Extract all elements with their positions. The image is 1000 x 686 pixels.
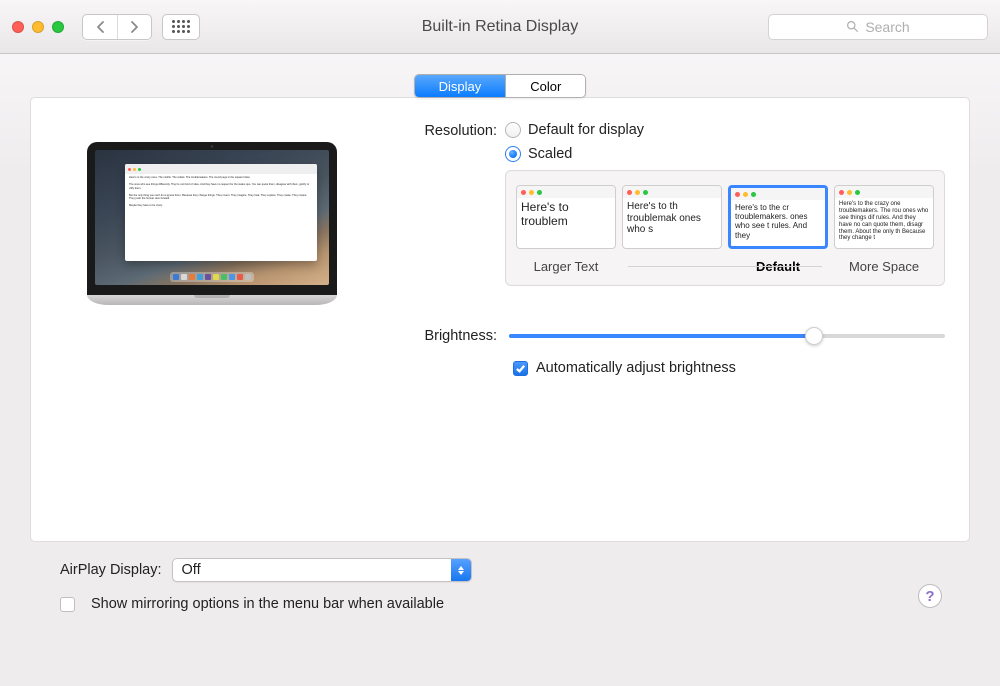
radio-label: Scaled [528,146,572,162]
search-placeholder: Search [865,19,909,35]
minimize-window-button[interactable] [32,21,44,33]
slider-knob-icon [805,327,823,345]
select-stepper-icon [451,559,471,581]
settings-panel: Here's to the crazy ones. The misfits. T… [30,97,970,542]
nav-back-forward [82,14,152,40]
resolution-label: Resolution: [387,122,505,139]
window-titlebar: Built-in Retina Display Search [0,0,1000,54]
window-controls [12,21,64,33]
search-icon [846,20,859,33]
radio-label: Default for display [528,122,644,138]
checkbox-icon [513,361,528,376]
auto-brightness-checkbox[interactable]: Automatically adjust brightness [513,360,945,376]
resolution-caption: More Space [834,259,934,275]
grid-icon [172,20,190,33]
checkbox-icon [60,597,75,612]
preview-text: Here's to the cr troublemakers. ones who… [731,200,825,243]
brightness-slider[interactable] [509,326,945,346]
forward-button[interactable] [117,15,151,39]
airplay-select[interactable]: Off [172,558,472,582]
back-button[interactable] [83,15,117,39]
resolution-caption: Default [728,259,828,275]
resolution-option-mid1[interactable]: Here's to th troublemak ones who s [622,185,722,275]
resolution-scaled-radio[interactable]: Scaled [505,146,945,162]
airplay-label: AirPlay Display: [60,562,162,578]
tab-color[interactable]: Color [505,75,585,97]
airplay-value: Off [173,562,451,578]
resolution-default-radio[interactable]: Default for display [505,122,945,138]
search-input[interactable]: Search [768,14,988,40]
resolution-option-larger-text[interactable]: Here's to troublem Larger Text [516,185,616,275]
zoom-window-button[interactable] [52,21,64,33]
show-mirroring-checkbox[interactable]: Show mirroring options in the menu bar w… [60,596,940,612]
resolution-caption [622,259,722,275]
resolution-caption: Larger Text [516,259,616,275]
close-window-button[interactable] [12,21,24,33]
show-all-prefs-button[interactable] [162,14,200,40]
help-button[interactable]: ? [918,584,942,608]
display-illustration: Here's to the crazy ones. The misfits. T… [57,122,367,501]
preview-text: Here's to the crazy one troublemakers. T… [835,198,933,245]
tab-display[interactable]: Display [415,75,506,97]
radio-icon [505,146,521,162]
preview-text: Here's to th troublemak ones who s [623,198,721,239]
preview-text: Here's to troublem [517,198,615,232]
auto-brightness-label: Automatically adjust brightness [536,360,736,376]
tab-group: Display Color [414,74,587,98]
mirroring-label: Show mirroring options in the menu bar w… [91,596,444,612]
resolution-options: Here's to troublem Larger Text Here's to… [505,170,945,286]
resolution-option-default[interactable]: Here's to the cr troublemakers. ones who… [728,185,828,275]
resolution-option-more-space[interactable]: Here's to the crazy one troublemakers. T… [834,185,934,275]
radio-icon [505,122,521,138]
brightness-label: Brightness: [387,328,505,344]
help-icon: ? [925,588,934,605]
